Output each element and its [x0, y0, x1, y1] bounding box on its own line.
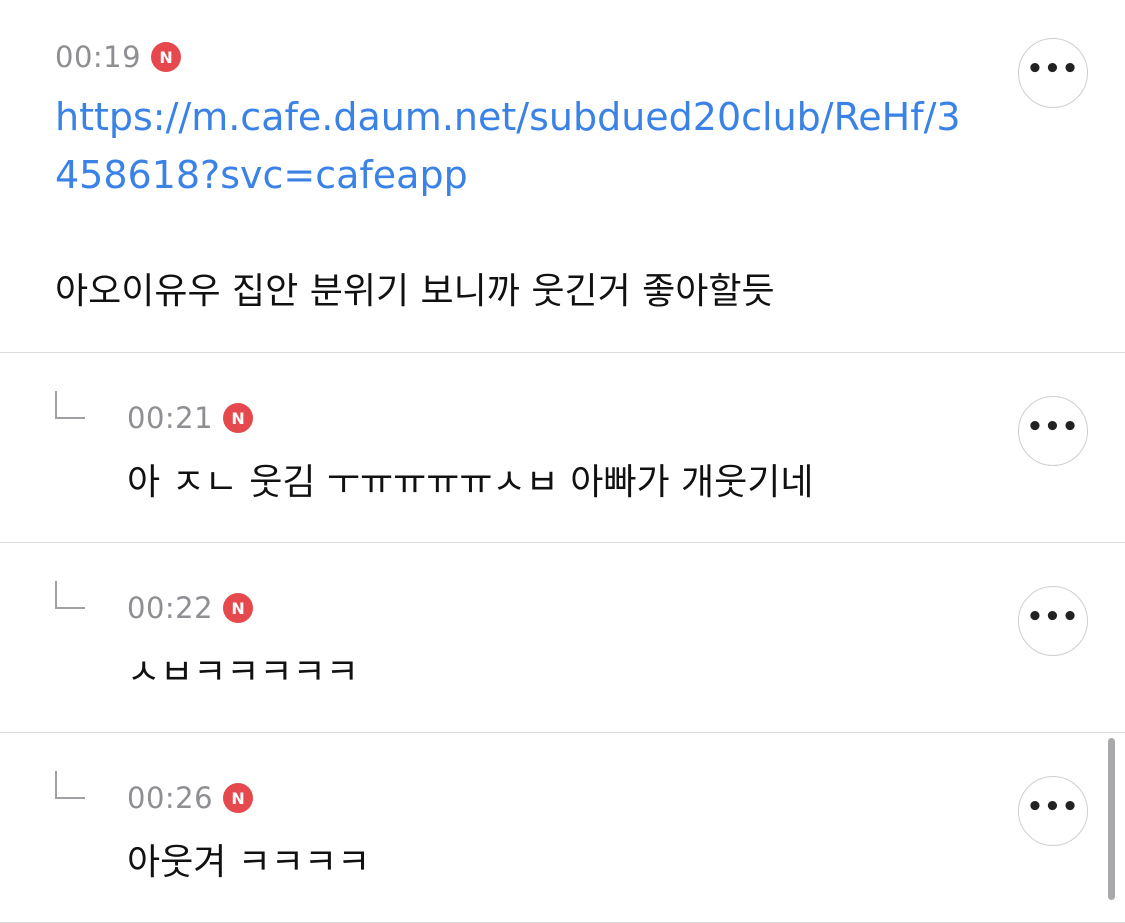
new-badge-icon: N: [223, 593, 254, 623]
comment-meta: 00:19 N: [55, 40, 182, 74]
comment-text: ㅅㅂㅋㅋㅋㅋㅋ: [127, 652, 359, 693]
comment-text: 아오이유우 집안 분위기 보니까 웃긴거 좋아할듯: [55, 271, 775, 312]
scrollbar[interactable]: [1108, 738, 1115, 900]
comment-item: 00:19 N https://m.cafe.daum.net/subdued2…: [0, 0, 1125, 353]
reply-arrow-icon: [55, 771, 85, 799]
more-button[interactable]: •••: [1018, 776, 1088, 846]
more-dots-icon: •••: [1026, 792, 1080, 822]
comment-text: 아웃겨 ㅋㅋㅋㅋ: [127, 842, 371, 883]
comment-link[interactable]: https://m.cafe.daum.net/subdued20club/Re…: [55, 88, 975, 204]
comment-time: 00:19: [55, 40, 142, 74]
more-button[interactable]: •••: [1018, 38, 1088, 108]
comment-time: 00:21: [127, 401, 214, 435]
comment-meta: 00:22 N: [127, 591, 254, 625]
comment-time: 00:26: [127, 781, 214, 815]
reply-comment-item: 00:26 N 아웃겨 ㅋㅋㅋㅋ •••: [0, 733, 1125, 923]
reply-comment-item: 00:22 N ㅅㅂㅋㅋㅋㅋㅋ •••: [0, 543, 1125, 733]
new-badge-icon: N: [223, 783, 254, 813]
more-button[interactable]: •••: [1018, 396, 1088, 466]
more-dots-icon: •••: [1026, 54, 1080, 84]
more-dots-icon: •••: [1026, 602, 1080, 632]
more-dots-icon: •••: [1026, 412, 1080, 442]
reply-arrow-icon: [55, 391, 85, 419]
more-button[interactable]: •••: [1018, 586, 1088, 656]
comment-text: 아 ㅈㄴ 웃김 ㅜㅠㅠㅠㅠㅅㅂ 아빠가 개웃기네: [127, 462, 814, 503]
new-badge-icon: N: [223, 403, 254, 433]
comment-meta: 00:21 N: [127, 401, 254, 435]
reply-arrow-icon: [55, 581, 85, 609]
new-badge-icon: N: [151, 42, 182, 72]
comment-meta: 00:26 N: [127, 781, 254, 815]
reply-comment-item: 00:21 N 아 ㅈㄴ 웃김 ㅜㅠㅠㅠㅠㅅㅂ 아빠가 개웃기네 •••: [0, 353, 1125, 543]
comment-time: 00:22: [127, 591, 214, 625]
